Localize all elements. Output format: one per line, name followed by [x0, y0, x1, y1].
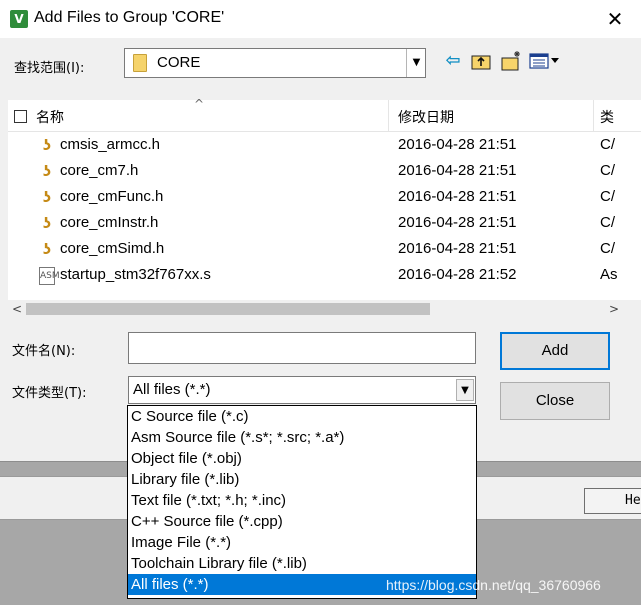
file-type-dropdown-list[interactable]: C Source file (*.c) Asm Source file (*.s… [127, 405, 477, 599]
file-type-label: 文件类型(T): [12, 386, 87, 401]
file-date: 2016-04-28 21:52 [398, 266, 517, 283]
window-title: Add Files to Group 'CORE' [34, 9, 225, 26]
file-date: 2016-04-28 21:51 [398, 240, 517, 257]
file-row[interactable]: ʖ core_cmFunc.h 2016-04-28 21:51 C/ [8, 185, 641, 211]
look-in-combo[interactable]: CORE ▼ [124, 48, 426, 78]
file-type: As [600, 266, 618, 283]
file-name: core_cmInstr.h [60, 214, 159, 231]
file-type-value: All files (*.*) [133, 381, 211, 398]
file-type-option[interactable]: Image File (*.*) [128, 532, 476, 553]
folder-icon [133, 54, 147, 72]
file-type-option[interactable]: Library file (*.lib) [128, 469, 476, 490]
look-in-label: 查找范围(I): [14, 61, 85, 76]
file-type-option[interactable]: Text file (*.txt; *.h; *.inc) [128, 490, 476, 511]
file-row[interactable]: ʖ cmsis_armcc.h 2016-04-28 21:51 C/ [8, 133, 641, 159]
close-icon[interactable]: ✕ [602, 6, 628, 32]
column-header-date[interactable]: 修改日期 [398, 107, 454, 127]
file-date: 2016-04-28 21:51 [398, 214, 517, 231]
title-bar: V Add Files to Group 'CORE' ✕ [0, 0, 641, 38]
file-type-option[interactable]: Asm Source file (*.s*; *.src; *.a*) [128, 427, 476, 448]
file-row[interactable]: ASM startup_stm32f767xx.s 2016-04-28 21:… [8, 263, 641, 289]
file-name: core_cm7.h [60, 162, 139, 179]
background-help-button[interactable]: He [584, 488, 641, 514]
up-folder-icon[interactable] [470, 50, 492, 72]
file-type: C/ [600, 240, 615, 257]
h-file-icon: ʖ [42, 138, 52, 154]
file-date: 2016-04-28 21:51 [398, 188, 517, 205]
scroll-right-icon[interactable]: > [605, 300, 623, 318]
file-row[interactable]: ʖ core_cmSimd.h 2016-04-28 21:51 C/ [8, 237, 641, 263]
file-row[interactable]: ʖ core_cm7.h 2016-04-28 21:51 C/ [8, 159, 641, 185]
file-type: C/ [600, 214, 615, 231]
file-type-select[interactable]: All files (*.*) ▼ [128, 376, 476, 404]
scroll-thumb[interactable] [26, 303, 430, 315]
file-type: C/ [600, 136, 615, 153]
file-type-option[interactable]: Toolchain Library file (*.lib) [128, 553, 476, 574]
file-list[interactable]: 名称 ^ 修改日期 类 ʖ cmsis_armcc.h 2016-04-28 2… [8, 97, 641, 300]
file-row[interactable]: ʖ core_cmInstr.h 2016-04-28 21:51 C/ [8, 211, 641, 237]
h-file-icon: ʖ [42, 216, 52, 232]
file-type-option[interactable]: C Source file (*.c) [128, 406, 476, 427]
back-arrow-icon[interactable]: ⇦ [442, 50, 464, 72]
h-file-icon: ʖ [42, 164, 52, 180]
file-type: C/ [600, 162, 615, 179]
file-name: startup_stm32f767xx.s [60, 266, 211, 283]
file-date: 2016-04-28 21:51 [398, 162, 517, 179]
keil-app-icon: V [10, 10, 28, 28]
chevron-down-icon[interactable]: ▼ [406, 49, 426, 77]
close-button[interactable]: Close [500, 382, 610, 420]
look-in-value: CORE [157, 54, 201, 71]
column-header-name[interactable]: 名称 [36, 107, 64, 127]
view-menu-icon[interactable] [528, 50, 562, 72]
sort-ascending-icon: ^ [194, 97, 205, 111]
file-name: core_cmSimd.h [60, 240, 165, 257]
file-name: core_cmFunc.h [60, 188, 164, 205]
file-type-option[interactable]: Object file (*.obj) [128, 448, 476, 469]
file-date: 2016-04-28 21:51 [398, 136, 517, 153]
select-all-checkbox[interactable] [14, 110, 27, 123]
h-file-icon: ʖ [42, 190, 52, 206]
watermark-text: https://blog.csdn.net/qq_36760966 [386, 577, 601, 593]
file-type: C/ [600, 188, 615, 205]
column-divider[interactable] [388, 100, 389, 132]
file-type-option[interactable]: C++ Source file (*.cpp) [128, 511, 476, 532]
file-name-label: 文件名(N): [12, 344, 76, 359]
column-header-type[interactable]: 类 [600, 107, 614, 127]
add-button[interactable]: Add [500, 332, 610, 370]
list-header: 名称 ^ 修改日期 类 [8, 97, 641, 132]
file-name: cmsis_armcc.h [60, 136, 161, 153]
chevron-down-icon[interactable]: ▼ [456, 379, 474, 401]
asm-file-icon: ASM [39, 267, 60, 285]
add-files-dialog: V Add Files to Group 'CORE' ✕ 查找范围(I): C… [0, 0, 641, 462]
file-name-input[interactable] [128, 332, 476, 364]
scroll-left-icon[interactable]: < [8, 300, 26, 318]
horizontal-scrollbar[interactable]: < > [8, 300, 641, 318]
h-file-icon: ʖ [42, 242, 52, 258]
column-divider[interactable] [593, 100, 594, 132]
new-folder-icon[interactable] [500, 50, 522, 72]
